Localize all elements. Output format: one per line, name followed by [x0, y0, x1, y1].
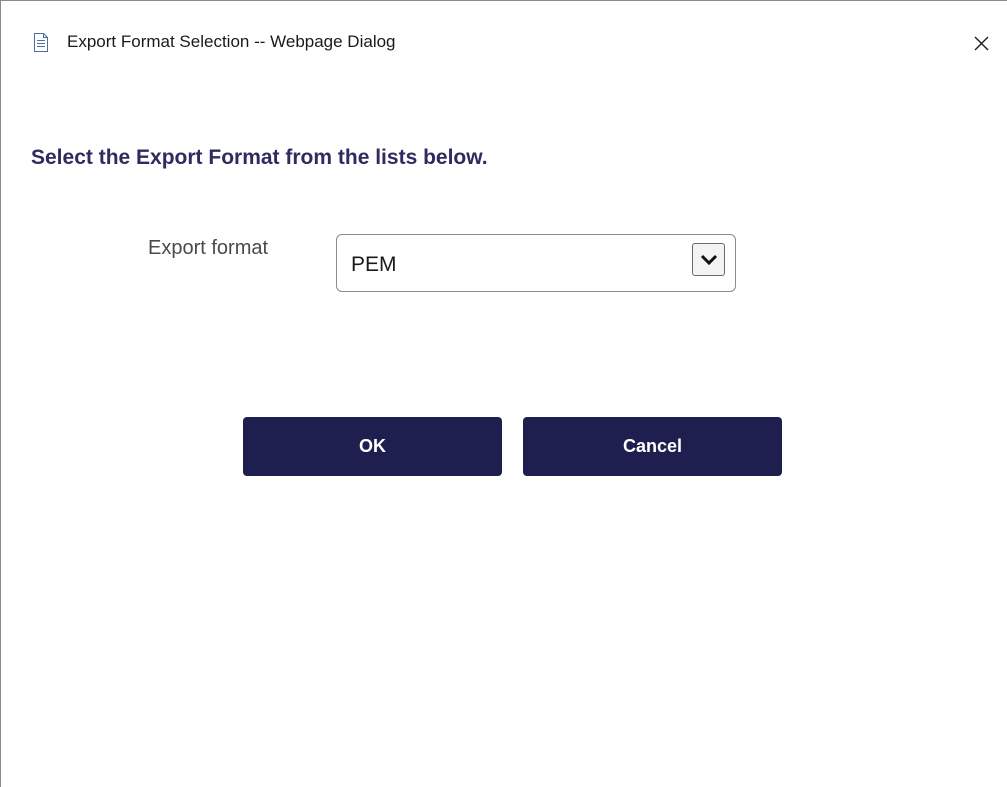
export-format-label: Export format — [148, 237, 269, 259]
dropdown-arrow-button[interactable] — [692, 243, 725, 276]
cancel-button[interactable]: Cancel — [523, 417, 782, 476]
window-title: Export Format Selection -- Webpage Dialo… — [67, 32, 396, 51]
close-icon — [974, 36, 989, 51]
title-bar: Export Format Selection -- Webpage Dialo… — [1, 1, 1007, 89]
chevron-down-icon — [700, 254, 718, 266]
page-heading: Select the Export Format from the lists … — [31, 146, 488, 169]
dialog-window: Export Format Selection -- Webpage Dialo… — [0, 0, 1007, 787]
export-format-select[interactable]: PEM — [336, 234, 736, 292]
export-format-value: PEM — [351, 253, 397, 276]
ok-button[interactable]: OK — [243, 417, 502, 476]
close-button[interactable] — [959, 23, 1003, 63]
document-icon — [33, 33, 49, 52]
